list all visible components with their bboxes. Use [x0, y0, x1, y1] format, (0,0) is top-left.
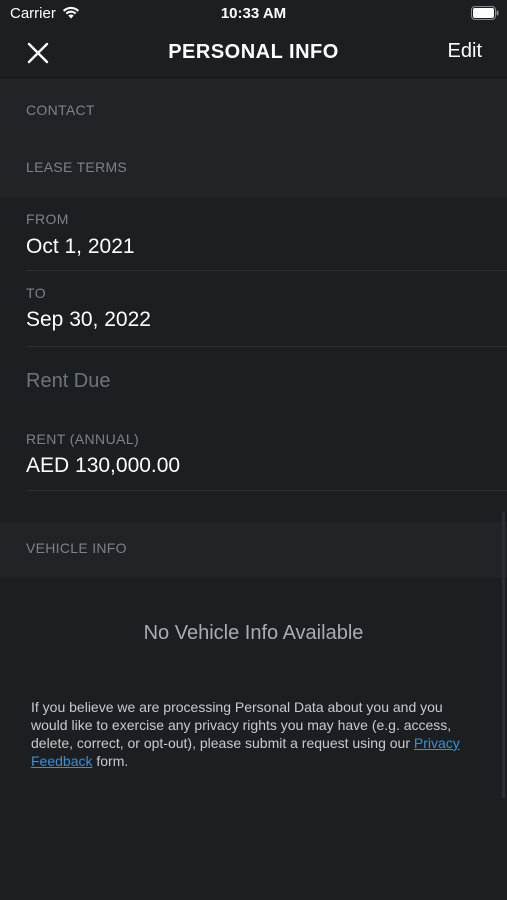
edit-button[interactable]: Edit	[448, 40, 482, 63]
from-value: Oct 1, 2021	[26, 235, 135, 258]
section-title-contact: CONTACT	[26, 102, 95, 118]
section-header-vehicle-info: VEHICLE INFO	[0, 522, 507, 578]
lease-terms-fields: FROM Oct 1, 2021 TO Sep 30, 2022 Rent Du…	[0, 198, 507, 492]
privacy-text-before: If you believe we are processing Persona…	[31, 699, 452, 751]
rent-annual-value: AED 130,000.00	[26, 454, 181, 477]
scroll-indicator[interactable]	[502, 512, 505, 798]
page-title: PERSONAL INFO	[168, 41, 339, 63]
navigation-bar: PERSONAL INFO Edit	[0, 28, 507, 78]
privacy-notice: If you believe we are processing Persona…	[31, 698, 481, 770]
status-bar: Carrier 10:33 AM	[0, 0, 507, 28]
clock-time: 10:33 AM	[220, 5, 287, 22]
from-label: FROM	[26, 211, 69, 227]
section-title-lease-terms: LEASE TERMS	[26, 159, 128, 175]
section-title-vehicle-info: VEHICLE INFO	[26, 540, 127, 556]
rent-due-label: Rent Due	[26, 370, 111, 392]
battery-icon	[471, 6, 499, 20]
divider	[26, 270, 507, 271]
vehicle-empty-message: No Vehicle Info Available	[143, 622, 364, 644]
divider	[26, 346, 507, 347]
section-header-contact: CONTACT	[0, 79, 507, 140]
to-value: Sep 30, 2022	[26, 308, 151, 331]
privacy-text-after: form.	[92, 753, 129, 769]
divider	[26, 490, 507, 491]
to-label: TO	[26, 285, 46, 301]
rent-annual-label: RENT (ANNUAL)	[26, 431, 140, 447]
section-header-lease-terms: LEASE TERMS	[0, 140, 507, 198]
